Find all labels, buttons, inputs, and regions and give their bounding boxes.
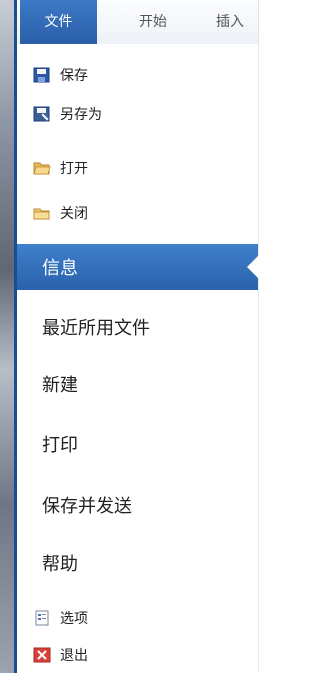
selection-notch — [247, 255, 259, 279]
close-folder-icon — [33, 205, 51, 221]
menu-item-label: 保存 — [60, 68, 88, 84]
menu-item-new[interactable]: 新建 — [17, 361, 258, 407]
save-as-icon — [33, 106, 51, 122]
tab-insert[interactable]: 插入 — [216, 0, 244, 44]
menu-item-label: 信息 — [42, 258, 78, 279]
window-left-edge — [0, 0, 17, 673]
menu-item-label: 退出 — [60, 648, 88, 664]
menu-item-save-and-send[interactable]: 保存并发送 — [17, 482, 258, 528]
menu-item-label: 打印 — [42, 435, 78, 456]
menu-item-help[interactable]: 帮助 — [17, 540, 258, 586]
backstage-menu: 保存 另存为 打开 关闭 信息 最近所用文件 新建 打印 保存并发送 帮助 选项… — [17, 44, 259, 673]
menu-item-label: 关闭 — [60, 206, 88, 222]
menu-item-exit[interactable]: 退出 — [33, 644, 88, 666]
menu-item-close[interactable]: 关闭 — [33, 202, 88, 224]
menu-item-open[interactable]: 打开 — [33, 157, 88, 179]
ribbon-tab-bar: 文件 开始 插入 — [17, 0, 258, 45]
menu-item-save-as[interactable]: 另存为 — [33, 103, 102, 125]
menu-item-label: 帮助 — [42, 554, 78, 575]
tab-file[interactable]: 文件 — [20, 0, 97, 44]
save-icon — [33, 67, 51, 83]
menu-item-recent[interactable]: 最近所用文件 — [17, 304, 258, 350]
exit-icon — [33, 647, 51, 663]
menu-item-label: 另存为 — [60, 107, 102, 123]
menu-item-label: 新建 — [42, 375, 78, 396]
options-icon — [33, 610, 51, 626]
menu-item-info[interactable]: 信息 — [17, 244, 259, 290]
menu-item-label: 打开 — [60, 161, 88, 177]
tab-home[interactable]: 开始 — [139, 0, 167, 44]
open-folder-icon — [33, 160, 51, 176]
menu-item-options[interactable]: 选项 — [33, 607, 88, 629]
menu-item-label: 选项 — [60, 611, 88, 627]
backstage-content-edge — [258, 0, 290, 673]
menu-item-label: 最近所用文件 — [42, 318, 150, 339]
menu-item-print[interactable]: 打印 — [17, 421, 258, 467]
menu-item-label: 保存并发送 — [42, 496, 132, 517]
menu-item-save[interactable]: 保存 — [33, 64, 88, 86]
